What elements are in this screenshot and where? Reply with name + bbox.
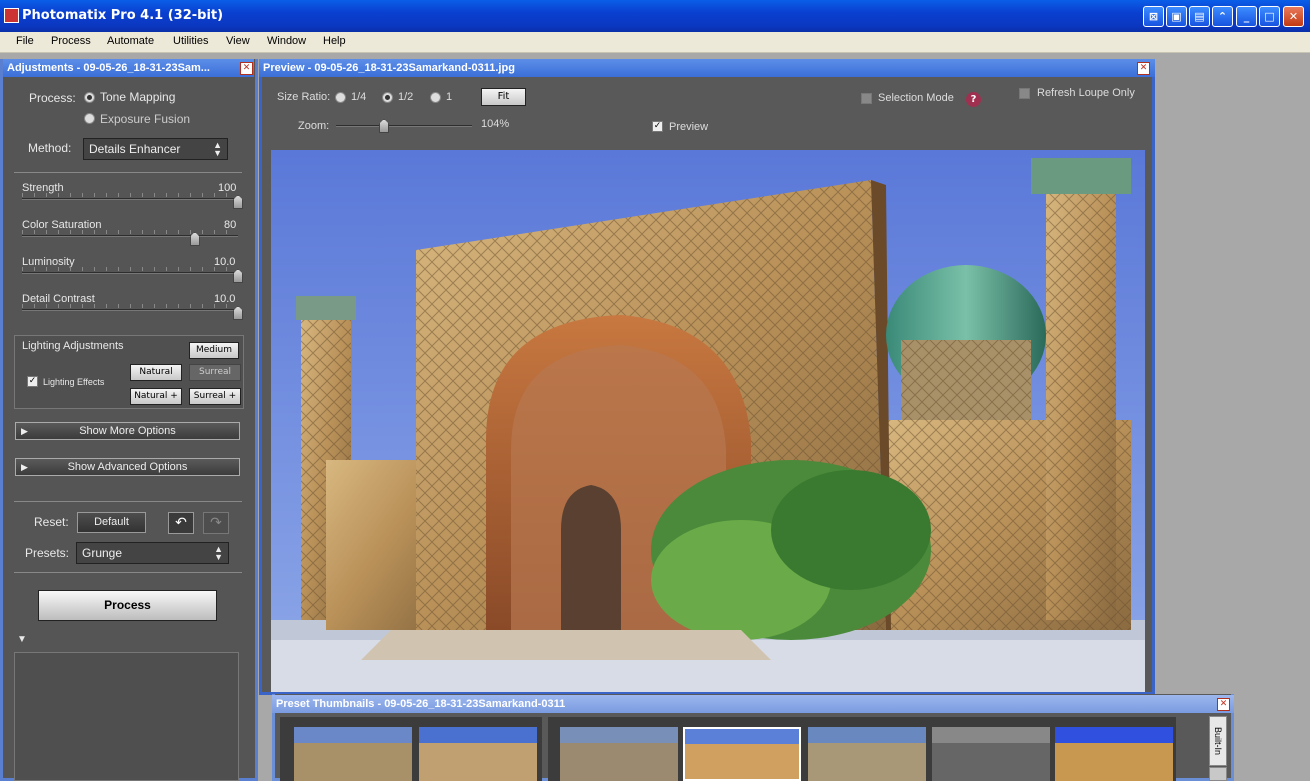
menu-process[interactable]: Process xyxy=(51,35,91,47)
histogram-area xyxy=(14,652,239,781)
lighting-effects-checkbox[interactable]: ✓ xyxy=(27,376,38,387)
preset-thumbnail[interactable] xyxy=(294,727,412,781)
adjustments-title: Adjustments - 09-05-26_18-31-23Sam... xyxy=(3,59,254,77)
ratio-half-radio[interactable] xyxy=(382,92,393,103)
window-title: Photomatix Pro 4.1 (32-bit) xyxy=(22,8,224,23)
process-button[interactable]: Process xyxy=(38,590,217,621)
preview-title: Preview - 09-05-26_18-31-23Samarkand-031… xyxy=(259,59,1155,77)
ratio-full-radio[interactable] xyxy=(430,92,441,103)
expand-arrow-icon: ▶ xyxy=(21,462,28,472)
expand-arrow-icon: ▶ xyxy=(21,426,28,436)
preview-image[interactable] xyxy=(271,150,1145,692)
selection-mode-checkbox[interactable] xyxy=(861,93,872,104)
reset-default-button[interactable]: Default xyxy=(77,512,146,533)
tab-my-presets[interactable] xyxy=(1209,767,1227,781)
show-advanced-options-label: Show Advanced Options xyxy=(67,461,188,473)
exposure-fusion-radio[interactable] xyxy=(84,113,95,124)
preview-check-label: Preview xyxy=(669,121,709,133)
updown-icon: ▲ ▼ xyxy=(213,140,222,158)
exposure-fusion-label: Exposure Fusion xyxy=(100,112,191,126)
zoom-value: 104% xyxy=(481,118,510,130)
adjustments-close-icon[interactable]: ✕ xyxy=(240,62,253,75)
preset-thumbnail[interactable] xyxy=(560,727,678,781)
undo-icon[interactable]: ↶ xyxy=(168,512,194,534)
tray-icon[interactable]: ⊠ xyxy=(1143,6,1164,27)
method-label: Method: xyxy=(28,141,72,155)
preset-thumbnail[interactable] xyxy=(932,727,1050,781)
menu-help[interactable]: Help xyxy=(323,35,346,47)
menu-view[interactable]: View xyxy=(226,35,250,47)
updown-icon: ▲ ▼ xyxy=(214,544,223,562)
tone-mapping-radio[interactable] xyxy=(84,92,95,103)
help-icon[interactable]: ? xyxy=(966,92,981,107)
preset-thumbnail[interactable] xyxy=(419,727,537,781)
lighting-medium-button[interactable]: Medium xyxy=(189,342,239,359)
layout-icon[interactable]: ▣ xyxy=(1166,6,1187,27)
zoom-slider[interactable] xyxy=(336,125,472,127)
menu-window[interactable]: Window xyxy=(267,35,306,47)
luminosity-slider[interactable] xyxy=(22,272,238,274)
preset-thumbnails-title: Preset Thumbnails - 09-05-26_18-31-23Sam… xyxy=(272,695,1234,713)
zoom-label: Zoom: xyxy=(298,120,330,132)
lighting-surreal-button[interactable]: Surreal xyxy=(189,364,241,381)
lighting-effects-label: Lighting Effects xyxy=(43,377,105,387)
rollup-icon[interactable]: ⌃ xyxy=(1212,6,1233,27)
ratio-full-label: 1 xyxy=(446,91,453,103)
collapse-arrow-icon[interactable]: ▼ xyxy=(17,634,27,645)
lighting-natural-plus-button[interactable]: Natural + xyxy=(130,388,182,405)
maximize-button[interactable]: □ xyxy=(1259,6,1280,27)
fit-button[interactable]: Fit xyxy=(481,88,526,106)
menu-bar: File Process Automate Utilities View Win… xyxy=(0,32,1310,53)
menu-automate[interactable]: Automate xyxy=(107,35,154,47)
refresh-loupe-label: Refresh Loupe Only xyxy=(1037,87,1135,99)
tab-built-in[interactable]: Built-In xyxy=(1209,716,1227,766)
menu-file[interactable]: File xyxy=(16,35,34,47)
lighting-surreal-plus-button[interactable]: Surreal + xyxy=(189,388,241,405)
lighting-natural-button[interactable]: Natural xyxy=(130,364,182,381)
ratio-half-label: 1/2 xyxy=(398,91,414,103)
minimize-button[interactable]: _ xyxy=(1236,6,1257,27)
size-ratio-label: Size Ratio: xyxy=(277,91,331,103)
presets-select[interactable]: Grunge ▲ ▼ xyxy=(76,542,229,564)
presets-value: Grunge xyxy=(82,546,123,560)
tone-mapping-label: Tone Mapping xyxy=(100,90,176,104)
preview-close-icon[interactable]: ✕ xyxy=(1137,62,1150,75)
preview-checkbox[interactable]: ✓ xyxy=(652,121,663,132)
presets-label: Presets: xyxy=(25,546,70,560)
frame-icon[interactable]: ▤ xyxy=(1189,6,1210,27)
show-more-options-label: Show More Options xyxy=(79,425,176,437)
refresh-loupe-checkbox[interactable] xyxy=(1019,88,1030,99)
preset-thumbnail[interactable] xyxy=(1055,727,1173,781)
ratio-quarter-radio[interactable] xyxy=(335,92,346,103)
preset-thumbnail-selected[interactable] xyxy=(683,727,801,781)
color-saturation-slider[interactable] xyxy=(22,235,238,237)
reset-label: Reset: xyxy=(34,515,69,529)
show-advanced-options-button[interactable]: ▶ Show Advanced Options xyxy=(15,458,240,476)
close-button[interactable]: ✕ xyxy=(1283,6,1304,27)
lighting-adjustments-label: Lighting Adjustments xyxy=(22,340,124,352)
app-icon xyxy=(4,8,19,23)
menu-utilities[interactable]: Utilities xyxy=(173,35,208,47)
process-label: Process: xyxy=(29,91,76,105)
ratio-quarter-label: 1/4 xyxy=(351,91,367,103)
presets-close-icon[interactable]: ✕ xyxy=(1217,698,1230,711)
workspace-background xyxy=(1160,53,1310,695)
method-select[interactable]: Details Enhancer ▲ ▼ xyxy=(83,138,228,160)
selection-mode-label: Selection Mode xyxy=(878,92,954,104)
redo-icon[interactable]: ↷ xyxy=(203,512,229,534)
show-more-options-button[interactable]: ▶ Show More Options xyxy=(15,422,240,440)
method-value: Details Enhancer xyxy=(89,142,181,156)
detail-contrast-slider[interactable] xyxy=(22,309,238,311)
strength-slider[interactable] xyxy=(22,198,238,200)
preset-thumbnail[interactable] xyxy=(808,727,926,781)
app-titlebar: Photomatix Pro 4.1 (32-bit) ⊠ ▣ ▤ ⌃ _ □ … xyxy=(0,0,1310,32)
